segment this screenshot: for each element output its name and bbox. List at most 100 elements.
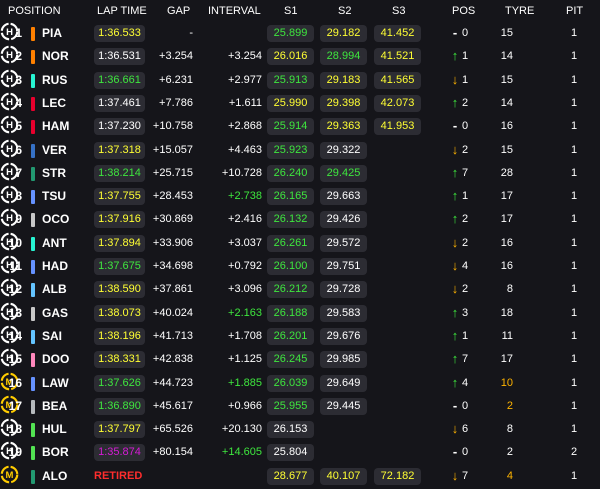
driver-row[interactable]: 2 NOR 1:36.531 +3.254 +3.254 26.016 28.994 41.5…: [0, 45, 600, 68]
position-change-count: 1: [462, 73, 469, 86]
driver-code[interactable]: LAW: [42, 376, 69, 390]
position-change-arrow-icon: ↑: [451, 304, 459, 320]
driver-code[interactable]: BEA: [42, 399, 67, 413]
driver-row[interactable]: 11 HAD 1:37.675 +34.698 +0.792 26.100 29.751 ↓ 4…: [0, 255, 600, 278]
driver-code[interactable]: VER: [42, 143, 67, 157]
position-change-arrow-icon: -: [452, 397, 458, 413]
sector-3-time: 41.953: [374, 118, 421, 136]
driver-row[interactable]: 19 BOR 1:35.874 +80.154 +14.605 25.804-0 2 H 2: [0, 441, 600, 464]
header-tyre[interactable]: TYRE: [505, 5, 534, 17]
interval: +10.728: [221, 166, 262, 179]
header-interval[interactable]: INTERVAL: [208, 5, 261, 17]
gap-to-leader: +42.838: [152, 353, 193, 366]
driver-code[interactable]: SAI: [42, 329, 62, 343]
gap-to-leader: +15.057: [152, 143, 193, 156]
driver-code[interactable]: TSU: [42, 189, 66, 203]
driver-code[interactable]: ANT: [42, 236, 67, 250]
header-s3[interactable]: S3: [392, 5, 405, 17]
tyre-age: 17: [500, 190, 513, 203]
interval: +2.977: [228, 73, 262, 86]
pit-stop-count: 1: [570, 469, 578, 482]
sector-1-time: 25.899: [267, 25, 314, 42]
team-color-bar: [31, 190, 35, 205]
gap-to-leader: +40.024: [152, 306, 193, 319]
driver-row[interactable]: 10 ANT 1:37.894 +33.906 +3.037 26.261 29.572 ↓ 2…: [0, 232, 600, 255]
driver-code[interactable]: OCO: [42, 212, 69, 226]
sector-2-time: 40.107: [320, 467, 367, 485]
driver-code[interactable]: GAS: [42, 306, 68, 320]
position-change-arrow-icon: ↓: [451, 421, 459, 437]
gap-to-leader: +6.231: [159, 73, 193, 86]
sector-2-time: 29.751: [320, 258, 367, 275]
team-color-bar: [31, 306, 35, 321]
pit-stop-count: 1: [570, 306, 578, 319]
pit-stop-count: 1: [570, 27, 578, 39]
header-position[interactable]: POSITION: [8, 5, 61, 17]
driver-code[interactable]: PIA: [42, 26, 62, 40]
driver-code[interactable]: DOO: [42, 352, 69, 366]
position-change-arrow-icon: -: [452, 118, 458, 134]
tyre-age: 17: [500, 213, 513, 226]
tyre-age: 2: [506, 399, 513, 412]
driver-row[interactable]: 7 STR 1:38.214 +25.715 +10.728 26.240 29.425 ↑ 7…: [0, 162, 600, 185]
position-number: 3: [15, 72, 22, 87]
header-gap[interactable]: GAP: [167, 5, 190, 17]
sector-1-time: 26.188: [267, 304, 314, 322]
position-change-count: 7: [462, 166, 469, 179]
interval: +3.096: [228, 283, 262, 296]
sector-2-time: 29.985: [320, 351, 367, 369]
driver-row[interactable]: 6 VER 1:37.318 +15.057 +4.463 25.923 29.322 ↓ 2 1…: [0, 139, 600, 162]
header-lap-time[interactable]: LAP TIME: [97, 5, 147, 17]
position-change-arrow-icon: ↓: [451, 71, 459, 87]
gap-to-leader: +33.906: [152, 236, 193, 249]
driver-row[interactable]: 8 TSU 1:37.755 +28.453 +2.738 26.165 29.663 ↑ 1 1…: [0, 185, 600, 208]
driver-row[interactable]: 3 RUS 1:36.661 +6.231 +2.977 25.913 29.183 41.5…: [0, 69, 600, 92]
header-s2[interactable]: S2: [338, 5, 351, 17]
driver-row[interactable]: 14 SAI 1:38.196 +41.713 +1.708 26.201 29.676 ↑ 1…: [0, 325, 600, 348]
pit-stop-count: 1: [570, 376, 578, 389]
position-number: 7: [15, 165, 22, 180]
position-change-arrow-icon: ↑: [451, 164, 459, 180]
tyre-age: 2: [506, 446, 513, 459]
interval: +1.125: [228, 353, 262, 366]
driver-code[interactable]: NOR: [42, 49, 69, 63]
driver-row[interactable]: 16 LAW 1:37.626 +44.723 +1.885 26.039 29.649 ↑ 4…: [0, 372, 600, 395]
driver-code[interactable]: HAD: [42, 259, 68, 273]
tyre-age: 4: [506, 469, 513, 482]
pit-stop-count: 1: [570, 213, 578, 226]
driver-row[interactable]: 15 DOO 1:38.331 +42.838 +1.125 26.245 29.985 ↑ 7…: [0, 348, 600, 371]
driver-row[interactable]: 17 BEA 1:36.890 +45.617 +0.966 25.955 29.445 -0…: [0, 395, 600, 418]
driver-row[interactable]: 9 OCO 1:37.916 +30.869 +2.416 26.132 29.426 ↑ 2 1…: [0, 208, 600, 231]
driver-row[interactable]: 5 HAM 1:37.230 +10.758 +2.868 25.914 29.363 41.…: [0, 115, 600, 138]
driver-code[interactable]: LEC: [42, 96, 66, 110]
header-s1[interactable]: S1: [284, 5, 297, 17]
position-number: 6: [15, 142, 22, 157]
driver-row[interactable]: ALO RETIRED 28.677 40.107 72.182 ↓ 7 4 M 1: [0, 465, 600, 488]
position-change-arrow-icon: ↑: [451, 211, 459, 227]
team-color-bar: [31, 143, 35, 158]
driver-row[interactable]: 12 ALB 1:38.590 +37.861 +3.096 26.212 29.728 ↓ 2…: [0, 278, 600, 301]
driver-code[interactable]: ALB: [42, 282, 67, 296]
gap-to-leader: +44.723: [152, 376, 193, 389]
lap-time: 1:38.073: [94, 304, 145, 322]
driver-row[interactable]: 18 HUL 1:37.797 +65.526 +20.130 26.153 ↓ 6 8 H 1: [0, 418, 600, 441]
lap-time: 1:37.916: [94, 211, 145, 229]
driver-code[interactable]: BOR: [42, 445, 69, 459]
tyre-age: 11: [501, 329, 513, 342]
driver-row[interactable]: 13 GAS 1:38.073 +40.024 +2.163 26.188 29.583 ↑ 3…: [0, 302, 600, 325]
sector-1-time: 25.923: [267, 141, 314, 159]
driver-row[interactable]: 4 LEC 1:37.461 +7.786 +1.611 25.990 29.398 42.0…: [0, 92, 600, 115]
driver-code[interactable]: RUS: [42, 73, 67, 87]
driver-code[interactable]: HUL: [42, 422, 67, 436]
driver-row[interactable]: 1 PIA 1:36.533-25.899 29.182 41.452-0 15 H 1: [0, 22, 600, 45]
driver-code[interactable]: STR: [42, 166, 66, 180]
team-color-bar: [31, 96, 35, 111]
driver-code[interactable]: ALO: [42, 469, 67, 483]
position-change-arrow-icon: ↑: [451, 327, 459, 343]
position-number: 10: [8, 235, 22, 250]
header-pos[interactable]: POS: [452, 5, 475, 17]
tyre-age: 8: [506, 283, 513, 296]
header-pit[interactable]: PIT: [566, 5, 583, 17]
position-number: 13: [8, 305, 22, 320]
driver-code[interactable]: HAM: [42, 119, 69, 133]
